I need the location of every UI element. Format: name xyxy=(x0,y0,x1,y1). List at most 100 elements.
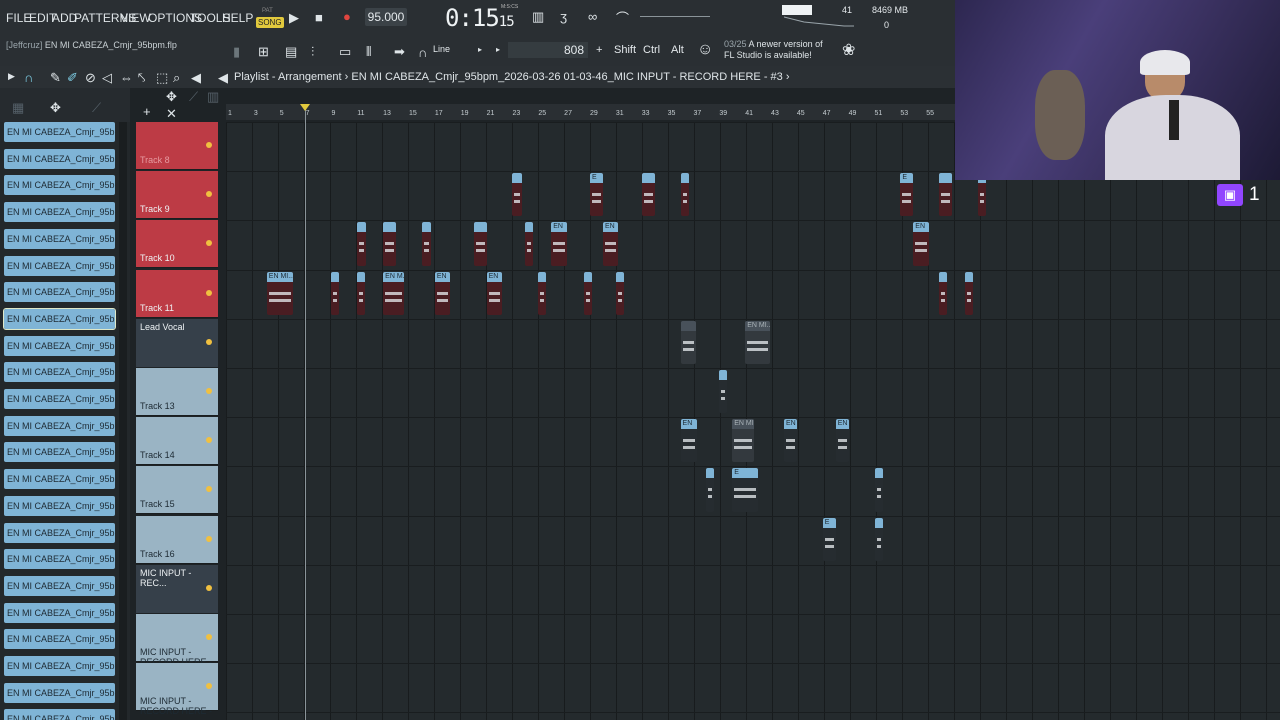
pattern-item[interactable]: EN MI CABEZA_Cmjr_95bp... xyxy=(4,682,115,703)
clip-header[interactable] xyxy=(680,320,697,331)
track-led-icon[interactable] xyxy=(206,437,212,444)
clip-header[interactable] xyxy=(512,173,522,184)
pattern-item[interactable]: EN MI CABEZA_Cmjr_95bp... xyxy=(4,362,115,383)
menu-help[interactable]: HELP xyxy=(222,11,253,25)
clip-header[interactable] xyxy=(719,370,728,380)
picker-link-icon[interactable]: ⟋ xyxy=(92,100,101,116)
clip-header[interactable] xyxy=(357,271,366,282)
clip-header[interactable]: EN xyxy=(783,419,797,430)
track-grid-icon[interactable]: ▥ xyxy=(207,89,219,105)
magnet-icon[interactable]: ∩ xyxy=(418,45,427,60)
audio-clip[interactable] xyxy=(538,271,547,315)
plus-icon[interactable]: + xyxy=(596,44,602,56)
audio-clip[interactable] xyxy=(641,173,655,217)
clip-header[interactable] xyxy=(965,271,973,282)
magnet-snap-icon[interactable]: ∩ xyxy=(24,70,33,85)
audio-clip[interactable] xyxy=(874,468,883,512)
track-led-icon[interactable] xyxy=(206,338,212,345)
pattern-item[interactable]: EN MI CABEZA_Cmjr_95bp... xyxy=(4,255,115,276)
clip-header[interactable]: EN xyxy=(913,222,929,233)
pattern-item[interactable]: EN MI CABEZA_Cmjr_95bp... xyxy=(4,522,115,543)
track-led-icon[interactable] xyxy=(206,191,212,198)
track-header[interactable]: Track 16 xyxy=(136,515,218,564)
pattern-item[interactable]: EN MI CABEZA_Cmjr_95bp... xyxy=(4,335,115,356)
audio-clip[interactable]: E xyxy=(590,173,603,217)
clip-header[interactable] xyxy=(583,271,592,282)
menu-view[interactable]: VIEW xyxy=(120,11,151,25)
close-icon[interactable]: ✕ xyxy=(166,106,177,122)
ctrl-button[interactable]: Ctrl xyxy=(643,44,660,56)
audio-clip[interactable] xyxy=(680,320,697,364)
audio-clip[interactable]: EN xyxy=(434,271,451,315)
audio-clip[interactable] xyxy=(331,271,340,315)
audio-clip[interactable]: EN M... xyxy=(383,271,404,315)
play-icon[interactable]: ▶ xyxy=(289,10,299,26)
audio-clip[interactable]: EN xyxy=(913,222,929,266)
song-mode-toggle[interactable]: SONG xyxy=(256,17,284,28)
pattern-item[interactable]: EN MI CABEZA_Cmjr_95bp... xyxy=(4,549,115,570)
audio-clip[interactable] xyxy=(615,271,624,315)
track-header[interactable]: Track 15 xyxy=(136,466,218,515)
pattern-item[interactable]: EN MI CABEZA_Cmjr_95bp... xyxy=(3,307,116,330)
snap-arrow-icon[interactable]: ▸ xyxy=(478,45,482,54)
clip-header[interactable]: E xyxy=(900,173,914,184)
pattern-item[interactable]: EN MI CABEZA_Cmjr_95bp... xyxy=(4,629,115,650)
clip-header[interactable] xyxy=(538,271,547,282)
audio-clip[interactable] xyxy=(357,222,367,266)
audio-clip[interactable]: EN MI... xyxy=(745,320,770,364)
track-led-icon[interactable] xyxy=(206,634,212,640)
pattern-item[interactable]: EN MI CABEZA_Cmjr_95bp... xyxy=(4,495,115,516)
pattern-item[interactable]: EN MI CABEZA_Cmjr_95bp... xyxy=(4,442,115,463)
clip-header[interactable]: EN MI... xyxy=(745,320,770,331)
pattern-list-scrollbar[interactable] xyxy=(119,122,127,720)
clip-header[interactable] xyxy=(473,222,487,233)
pattern-item[interactable]: EN MI CABEZA_Cmjr_95bp... xyxy=(4,175,115,196)
track-header[interactable]: MIC INPUT - RECORD HERE - xyxy=(136,663,218,716)
clip-header[interactable]: E xyxy=(590,173,603,184)
clip-header[interactable]: EN MI... xyxy=(732,419,755,430)
pattern-item[interactable]: EN MI CABEZA_Cmjr_95bp... xyxy=(4,148,115,169)
clip-header[interactable]: EN xyxy=(486,271,503,282)
clip-header[interactable] xyxy=(874,468,883,479)
plugin-icon[interactable]: ⫴ xyxy=(366,44,371,60)
audio-clip[interactable] xyxy=(939,173,953,217)
audio-clip[interactable] xyxy=(874,517,883,561)
arrow-right-icon[interactable]: ➡ xyxy=(394,44,405,60)
clip-header[interactable]: EN xyxy=(835,419,849,430)
audio-clip[interactable]: EN xyxy=(835,419,849,463)
audio-clip[interactable] xyxy=(583,271,592,315)
paint-icon[interactable]: ✐ xyxy=(67,70,78,86)
track-led-icon[interactable] xyxy=(206,584,212,591)
clip-header[interactable]: EN xyxy=(602,222,619,233)
audio-clip[interactable] xyxy=(421,222,431,266)
track-header[interactable]: Track 9 xyxy=(136,171,218,220)
audio-clip[interactable] xyxy=(680,173,689,217)
audio-clip[interactable]: E xyxy=(822,517,836,561)
clip-header[interactable] xyxy=(939,271,948,282)
audio-clip[interactable] xyxy=(525,222,534,266)
alt-button[interactable]: Alt xyxy=(671,44,684,56)
clip-header[interactable] xyxy=(383,222,397,233)
track-header[interactable]: Track 10 xyxy=(136,220,218,269)
track-header[interactable]: Track 8 xyxy=(136,122,218,170)
track-header[interactable]: MIC INPUT - REC... xyxy=(136,564,218,613)
pattern-item[interactable]: EN MI CABEZA_Cmjr_95bp... xyxy=(4,602,115,623)
channel-rack-icon[interactable]: ▤ xyxy=(285,44,297,60)
slip-icon[interactable]: ⇔ xyxy=(120,70,133,85)
pattern-item[interactable]: EN MI CABEZA_Cmjr_95bp... xyxy=(4,122,115,142)
track-led-icon[interactable] xyxy=(206,683,212,690)
audio-clip[interactable]: EN xyxy=(783,419,797,463)
pattern-item[interactable]: EN MI CABEZA_Cmjr_95bp... xyxy=(4,202,115,223)
track-led-icon[interactable] xyxy=(206,388,212,394)
snap-mode-select[interactable]: Line xyxy=(433,44,491,58)
track-led-icon[interactable] xyxy=(206,240,212,247)
audio-clip[interactable]: EN MI... xyxy=(732,419,755,463)
playlist-menu-arrow-icon[interactable]: ▶ xyxy=(8,71,15,82)
playhead-marker-icon[interactable] xyxy=(300,104,310,111)
audio-clip[interactable] xyxy=(965,271,973,315)
trash-icon[interactable]: ▮ xyxy=(233,44,240,60)
audio-clip[interactable]: EN xyxy=(602,222,619,266)
audio-clip[interactable]: EN xyxy=(680,419,698,463)
numeric-display[interactable]: 808 xyxy=(508,42,588,58)
clip-header[interactable] xyxy=(421,222,431,233)
